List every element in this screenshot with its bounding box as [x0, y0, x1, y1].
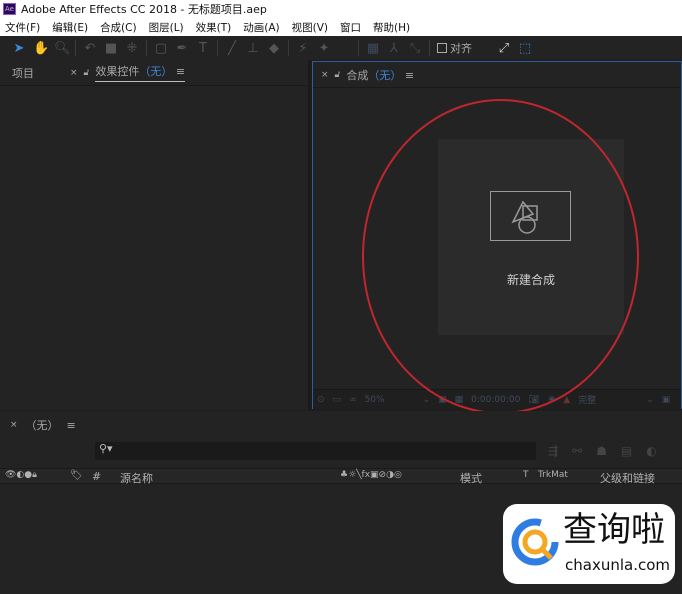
pen-tool-icon[interactable]: ✒ [175, 41, 189, 56]
snap-label: 对齐 [450, 42, 472, 55]
window-title: Adobe After Effects CC 2018 - 无标题项目.aep [21, 3, 267, 16]
text-tool-icon[interactable]: T [196, 41, 210, 56]
monitor-icon[interactable]: ▭ [333, 395, 342, 405]
search-icon: ⚲▾ [99, 442, 113, 455]
watermark-logo: 查询啦 chaxunla.com [503, 504, 675, 584]
close-icon[interactable]: × [10, 420, 18, 430]
timeline-column-header: 👁︎◐●🔒︎ 🏷︎ # 源名称 ♣☼╲fx▣⊘◑◎ 模式 T TrkMat 父级… [0, 468, 682, 486]
menu-animation[interactable]: 动画(A) [243, 20, 279, 35]
rectangle-tool-icon[interactable]: ▢ [154, 41, 168, 56]
divider [429, 40, 430, 56]
panel-menu-icon[interactable]: ≡ [176, 65, 185, 78]
tab-suffix: （无） [139, 65, 173, 78]
timeline-tab-label: （无） [25, 419, 59, 432]
divider [146, 40, 147, 56]
menu-file[interactable]: 文件(F) [5, 20, 40, 35]
left-panel: 项目 × 🔓︎ 效果控件（无） ≡ [0, 60, 310, 410]
close-icon[interactable]: × [321, 70, 329, 80]
camera-tool-icon[interactable]: ■ [104, 41, 118, 56]
tab-project[interactable]: 项目 [12, 65, 34, 81]
menu-layer[interactable]: 图层(L) [149, 20, 184, 35]
hand-tool-icon[interactable]: ✋ [33, 41, 49, 56]
column-parent[interactable]: 父级和链接 [600, 470, 655, 486]
menu-window[interactable]: 窗口 [340, 20, 361, 35]
divider [358, 40, 359, 56]
tab-suffix: （无） [368, 68, 402, 82]
tab-effect-controls[interactable]: 效果控件（无） ≡ [95, 63, 186, 82]
rotate-tool-icon[interactable]: ↶ [83, 41, 97, 56]
chevron-down-icon[interactable]: ⌄ [423, 395, 431, 405]
chevron-down-icon[interactable]: ⌄ [646, 395, 654, 405]
label-icon: 🏷︎ [70, 470, 83, 481]
axis-world-icon[interactable]: ⅄ [387, 41, 401, 56]
column-mode[interactable]: 模式 [460, 470, 482, 486]
watermark-search-icon [511, 518, 559, 566]
title-bar: Ae Adobe After Effects CC 2018 - 无标题项目.a… [0, 0, 682, 18]
snap-feature-icon[interactable]: ⬚ [518, 41, 532, 56]
view-layout-icon[interactable]: ▣ [662, 395, 671, 405]
watermark-url: chaxunla.com [565, 556, 670, 574]
ae-logo-icon: Ae [3, 3, 16, 15]
draft-3d-icon[interactable]: ⚯ [572, 444, 582, 458]
lock-icon[interactable]: 🔓︎ [84, 68, 90, 78]
brush-tool-icon[interactable]: ╱ [225, 41, 239, 56]
shy-icon[interactable]: ☗ [596, 444, 607, 458]
resolution-dropdown[interactable]: 完整 [578, 393, 638, 406]
column-trkmat[interactable]: TrkMat [538, 470, 568, 480]
snap-checkbox[interactable] [437, 43, 447, 53]
always-preview-icon[interactable]: ⊙ [317, 395, 325, 405]
tab-composition[interactable]: 合成（无） ≡ [346, 67, 414, 83]
column-source-name[interactable]: 源名称 [120, 470, 153, 486]
frame-blending-icon[interactable]: ▤ [621, 444, 632, 458]
clone-stamp-tool-icon[interactable]: ⊥ [246, 41, 260, 56]
tab-label: 合成 [346, 68, 369, 82]
motion-blur-icon[interactable]: ◐ [646, 444, 656, 458]
tab-label: 效果控件 [95, 65, 140, 78]
axis-view-icon[interactable]: ⤡ [408, 41, 422, 56]
menu-view[interactable]: 视图(V) [292, 20, 328, 35]
annotation-circle [362, 99, 639, 414]
puppet-tool-icon[interactable]: ✦ [317, 41, 331, 56]
selection-tool-icon[interactable]: ➤ [12, 41, 26, 56]
menu-bar: 文件(F) 编辑(E) 合成(C) 图层(L) 效果(T) 动画(A) 视图(V… [0, 18, 682, 36]
divider [217, 40, 218, 56]
timeline-switches: ⇶ ⚯ ☗ ▤ ◐ [548, 444, 657, 458]
menu-help[interactable]: 帮助(H) [373, 20, 410, 35]
eraser-tool-icon[interactable]: ◆ [267, 41, 281, 56]
roto-brush-tool-icon[interactable]: ⚡︎ [296, 41, 310, 56]
comp-mini-flowchart-icon[interactable]: ⇶ [548, 444, 558, 458]
zoom-tool-icon[interactable]: 🔍︎ [54, 41, 71, 56]
menu-edit[interactable]: 编辑(E) [52, 20, 88, 35]
panel-menu-icon[interactable]: ≡ [67, 419, 76, 432]
snap-toggle[interactable]: 对齐 [437, 40, 472, 56]
av-switches-icons: 👁︎◐●🔒︎ [5, 470, 37, 480]
comp-panel-tabs: × 🔓︎ 合成（无） ≡ [313, 62, 681, 88]
zoom-dropdown[interactable]: 50% [365, 395, 415, 405]
mask-visibility-icon[interactable]: ∞ [349, 395, 357, 405]
panel-menu-icon[interactable]: ≡ [405, 69, 414, 82]
left-panel-tabs: 项目 × 🔓︎ 效果控件（无） ≡ [0, 60, 308, 86]
close-icon[interactable]: × [70, 68, 78, 78]
pan-behind-tool-icon[interactable]: ⁜ [125, 41, 139, 56]
lock-icon[interactable]: 🔓︎ [335, 70, 341, 80]
divider [288, 40, 289, 56]
axis-local-icon[interactable]: ▦ [366, 41, 380, 56]
layer-switches-icons: ♣☼╲fx▣⊘◑◎ [340, 470, 402, 480]
timeline-tab[interactable]: × （无） ≡ [10, 417, 76, 433]
toolbar: ➤ ✋ 🔍︎ ↶ ■ ⁜ ▢ ✒ T ╱ ⊥ ◆ ⚡︎ ✦ ▦ ⅄ ⤡ 对齐 ⤢… [0, 36, 682, 60]
layer-search-input[interactable]: ⚲▾ [95, 442, 536, 460]
snap-options-icon[interactable]: ⤢ [497, 41, 511, 56]
column-t[interactable]: T [523, 470, 529, 480]
watermark-text: 查询啦 [563, 510, 665, 550]
menu-effect[interactable]: 效果(T) [196, 20, 232, 35]
column-number[interactable]: # [92, 470, 101, 483]
menu-composition[interactable]: 合成(C) [100, 20, 137, 35]
divider [75, 40, 76, 56]
